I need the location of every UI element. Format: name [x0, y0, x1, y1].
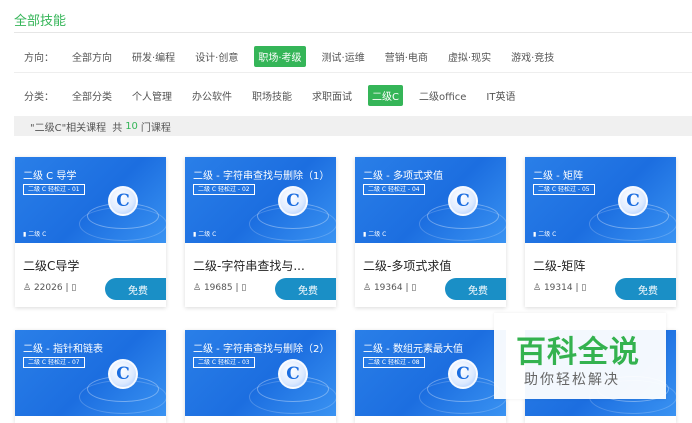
filter-divider [14, 72, 692, 73]
category-label: 分类： [24, 91, 54, 103]
banner-tag: 二级 C 轻松过 - 08 [363, 357, 425, 368]
category-chip-level2-c[interactable]: 二级C [368, 84, 403, 106]
user-icon: ♙ [533, 283, 542, 293]
c-language-icon: C [448, 359, 478, 389]
banner-tag: 二级 C 轻松过 - 03 [193, 357, 255, 368]
category-chip-interview[interactable]: 求职面试 [308, 85, 356, 106]
course-card[interactable]: 二级 - 字符串查找与删除（1） 二级 C 轻松过 - 02 C ▮ 二级 C … [185, 157, 336, 307]
course-meta: ♙ 22026 | ▯ [23, 283, 77, 293]
course-meta: ♙ 19314 | ▯ [533, 283, 587, 293]
course-banner[interactable]: 二级 - 多项式求值 二级 C 轻松过 - 04 C ▮ 二级 C [355, 157, 506, 243]
course-name[interactable]: 二级-字符串查找与... [193, 257, 305, 274]
course-card[interactable]: 二级 C 导学 二级 C 轻松过 - 01 C ▮ 二级 C 二级C导学 ♙ 2… [15, 157, 166, 307]
course-card[interactable]: 二级 - 字符串查找与删除（2） 二级 C 轻松过 - 03 C [185, 330, 336, 423]
page-title: 全部技能 [14, 14, 67, 29]
banner-tag: 二级 C 轻松过 - 01 [23, 184, 85, 195]
category-chip-level2-office[interactable]: 二级office [415, 85, 470, 106]
direction-chip-game[interactable]: 游戏·竞技 [507, 46, 558, 67]
c-language-icon: C [448, 186, 478, 216]
course-name[interactable]: 二级-多项式求值 [363, 257, 451, 274]
banner-title: 二级 - 指针和链表 [23, 344, 103, 355]
banner-tag: 二级 C 轻松过 - 02 [193, 184, 255, 195]
c-language-icon: C [278, 359, 308, 389]
student-count: 19685 [203, 283, 233, 293]
banner-foot: ▮ 二级 C [533, 231, 557, 238]
banner-foot: ▮ 二级 C [23, 231, 47, 238]
course-banner[interactable]: 二级 - 字符串查找与删除（2） 二级 C 轻松过 - 03 C [185, 330, 336, 416]
student-count: 22026 [33, 283, 63, 293]
course-banner[interactable]: 二级 C 导学 二级 C 轻松过 - 01 C ▮ 二级 C [15, 157, 166, 243]
watermark-subtitle: 助你轻松解决 [524, 372, 620, 388]
c-language-icon: C [278, 186, 308, 216]
student-count: 19364 [373, 283, 403, 293]
direction-label: 方向： [24, 52, 54, 64]
banner-title: 二级 C 导学 [23, 171, 77, 182]
phone-icon: ▯ [71, 283, 77, 293]
c-language-icon: C [108, 359, 138, 389]
summary-count-suffix: 门课程 [140, 122, 171, 134]
user-icon: ♙ [363, 283, 372, 293]
phone-icon: ▯ [411, 283, 417, 293]
course-card[interactable]: 二级 - 多项式求值 二级 C 轻松过 - 04 C ▮ 二级 C 二级-多项式… [355, 157, 506, 307]
banner-tag: 二级 C 轻松过 - 04 [363, 184, 425, 195]
banner-title: 二级 - 多项式求值 [363, 171, 443, 182]
course-card[interactable]: 二级 - 指针和链表 二级 C 轻松过 - 07 C [15, 330, 166, 423]
banner-foot: ▮ 二级 C [193, 231, 217, 238]
banner-title: 二级 - 数组元素最大值 [363, 344, 463, 355]
c-language-icon: C [108, 186, 138, 216]
category-chip-personal[interactable]: 个人管理 [128, 85, 176, 106]
free-button[interactable]: 免费 [275, 278, 336, 300]
user-icon: ♙ [23, 283, 32, 293]
phone-icon: ▯ [241, 283, 247, 293]
banner-title: 二级 - 矩阵 [533, 171, 583, 182]
watermark-title: 百科全说 [516, 335, 640, 370]
direction-filter: 方向： 全部方向 研发·编程 设计·创意 职场·考级 测试·运维 营销·电商 虚… [24, 45, 692, 67]
summary-count-prefix: 共 [112, 122, 123, 134]
direction-chip-all[interactable]: 全部方向 [68, 46, 116, 67]
course-banner[interactable]: 二级 - 字符串查找与删除（1） 二级 C 轻松过 - 02 C ▮ 二级 C [185, 157, 336, 243]
direction-chip-marketing[interactable]: 营销·电商 [381, 46, 432, 67]
course-banner[interactable]: 二级 - 矩阵 二级 C 轻松过 - 05 C ▮ 二级 C [525, 157, 676, 243]
direction-chip-design[interactable]: 设计·创意 [191, 46, 242, 67]
free-button[interactable]: 免费 [105, 278, 166, 300]
course-meta: ♙ 19364 | ▯ [363, 283, 417, 293]
course-card[interactable]: 二级 - 矩阵 二级 C 轻松过 - 05 C ▮ 二级 C 二级-矩阵 ♙ 1… [525, 157, 676, 307]
category-chip-office-software[interactable]: 办公软件 [188, 85, 236, 106]
summary-prefix: "二级C"相关课程 [30, 122, 107, 134]
watermark-logo: 百科全说 助你轻松解决 [494, 313, 666, 399]
direction-chip-vr[interactable]: 虚拟·现实 [444, 46, 495, 67]
direction-chip-dev[interactable]: 研发·编程 [128, 46, 179, 67]
phone-icon: ▯ [581, 283, 587, 293]
free-button[interactable]: 免费 [615, 278, 676, 300]
banner-title: 二级 - 字符串查找与删除（1） [193, 171, 330, 182]
banner-foot: ▮ 二级 C [363, 231, 387, 238]
student-count: 19314 [543, 283, 573, 293]
user-icon: ♙ [193, 283, 202, 293]
category-chip-it-english[interactable]: IT英语 [482, 85, 519, 106]
category-chip-all[interactable]: 全部分类 [68, 85, 116, 106]
summary-count: 10 [125, 120, 138, 132]
direction-chip-testing[interactable]: 测试·运维 [318, 46, 369, 67]
category-filter: 分类： 全部分类 个人管理 办公软件 职场技能 求职面试 二级C 二级offic… [24, 84, 692, 106]
free-button[interactable]: 免费 [445, 278, 506, 300]
banner-tag: 二级 C 轻松过 - 05 [533, 184, 595, 195]
course-banner[interactable]: 二级 - 指针和链表 二级 C 轻松过 - 07 C [15, 330, 166, 416]
banner-tag: 二级 C 轻松过 - 07 [23, 357, 85, 368]
result-summary: "二级C"相关课程 共 10 门课程 [14, 116, 692, 136]
banner-title: 二级 - 字符串查找与删除（2） [193, 344, 330, 355]
course-banner[interactable]: 二级 - 数组元素最大值 二级 C 轻松过 - 08 C [355, 330, 506, 416]
c-language-icon: C [618, 186, 648, 216]
course-name[interactable]: 二级C导学 [23, 257, 79, 274]
course-name[interactable]: 二级-矩阵 [533, 257, 585, 274]
course-card[interactable]: 二级 - 数组元素最大值 二级 C 轻松过 - 08 C [355, 330, 506, 423]
course-meta: ♙ 19685 | ▯ [193, 283, 247, 293]
title-divider [14, 32, 692, 33]
direction-chip-career[interactable]: 职场·考级 [254, 45, 306, 67]
category-chip-career-skills[interactable]: 职场技能 [248, 85, 296, 106]
